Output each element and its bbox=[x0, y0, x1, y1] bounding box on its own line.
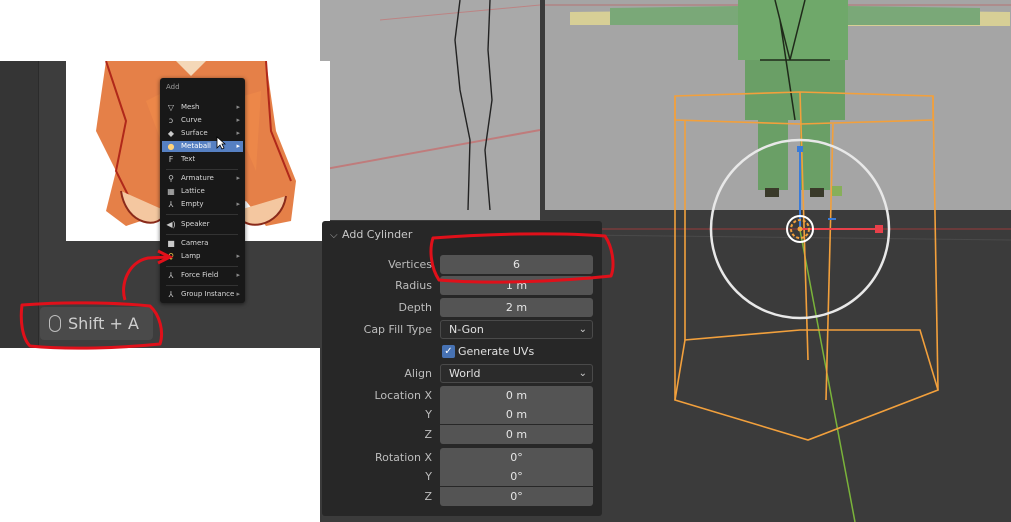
curve-icon: ↄ bbox=[168, 116, 174, 125]
chevron-down-icon: ⌵ bbox=[330, 230, 338, 241]
annotation-shortcut bbox=[19, 249, 174, 350]
generate-uvs-checkbox[interactable]: ✓ bbox=[442, 345, 455, 358]
cap-fill-row: Cap Fill Type N-Gon ⌄ bbox=[322, 320, 602, 340]
location-z-row: Z 0 m bbox=[322, 425, 602, 445]
menu-item-curve[interactable]: ↄ Curve ▸ bbox=[162, 115, 243, 126]
add-menu-title: Add bbox=[166, 83, 180, 91]
rotation-x-field[interactable]: 0° bbox=[440, 448, 593, 467]
depth-label: Depth bbox=[398, 301, 432, 314]
cap-fill-label: Cap Fill Type bbox=[363, 323, 432, 336]
menu-item-speaker[interactable]: ◀) Speaker bbox=[162, 219, 243, 230]
menu-item-label: Speaker bbox=[181, 220, 210, 228]
chevron-right-icon: ▸ bbox=[236, 129, 240, 137]
lattice-icon: ▦ bbox=[167, 187, 175, 196]
location-z-field[interactable]: 0 m bbox=[440, 425, 593, 444]
menu-item-lattice[interactable]: ▦ Lattice bbox=[162, 186, 243, 197]
menu-item-text[interactable]: F Text bbox=[162, 154, 243, 165]
depth-row: Depth 2 m bbox=[322, 298, 602, 318]
menu-item-label: Armature bbox=[181, 174, 214, 182]
menu-item-metaball[interactable]: ● Metaball ▸ bbox=[162, 141, 243, 152]
cap-fill-dropdown[interactable]: N-Gon ⌄ bbox=[440, 320, 593, 339]
panel-title: Add Cylinder bbox=[342, 228, 413, 241]
location-z-label: Z bbox=[424, 428, 432, 441]
menu-item-label: Surface bbox=[181, 129, 208, 137]
menu-item-mesh[interactable]: ▽ Mesh ▸ bbox=[162, 102, 243, 113]
chevron-right-icon: ▸ bbox=[236, 103, 240, 111]
generate-uvs-label: Generate UVs bbox=[458, 345, 535, 358]
rotation-y-field[interactable]: 0° bbox=[440, 467, 593, 486]
location-x-label: Location X bbox=[374, 389, 432, 402]
generate-uvs-row: ✓ Generate UVs bbox=[322, 342, 602, 362]
menu-item-surface[interactable]: ◆ Surface ▸ bbox=[162, 128, 243, 139]
menu-item-label: Lattice bbox=[181, 187, 205, 195]
align-row: Align World ⌄ bbox=[322, 364, 602, 384]
menu-item-label: Curve bbox=[181, 116, 202, 124]
menu-item-label: Text bbox=[181, 155, 196, 163]
rotation-x-label: Rotation X bbox=[374, 451, 432, 464]
depth-field[interactable]: 2 m bbox=[440, 298, 593, 317]
chevron-right-icon: ▸ bbox=[236, 116, 240, 124]
location-x-row: Location X 0 m bbox=[322, 386, 602, 406]
panel-header[interactable]: ⌵ Add Cylinder bbox=[330, 228, 412, 241]
menu-item-label: Mesh bbox=[181, 103, 200, 111]
metaball-icon: ● bbox=[167, 142, 175, 151]
empty-icon: ⅄ bbox=[168, 200, 174, 209]
menu-item-label: Empty bbox=[181, 200, 204, 208]
rotation-y-row: Y 0° bbox=[322, 467, 602, 487]
text-icon: F bbox=[168, 155, 174, 164]
menu-separator bbox=[166, 214, 238, 215]
armature-icon: ⚲ bbox=[168, 174, 174, 183]
chevron-right-icon: ▸ bbox=[236, 142, 240, 150]
chevron-right-icon: ▸ bbox=[236, 252, 240, 260]
align-label: Align bbox=[404, 367, 432, 380]
reference-image-side bbox=[320, 0, 540, 220]
rotation-z-row: Z 0° bbox=[322, 487, 602, 507]
menu-separator bbox=[166, 234, 238, 235]
chevron-right-icon: ▸ bbox=[236, 200, 240, 208]
location-y-field[interactable]: 0 m bbox=[440, 405, 593, 424]
location-y-row: Y 0 m bbox=[322, 405, 602, 425]
mouse-pointer-icon bbox=[216, 136, 226, 150]
chevron-right-icon: ▸ bbox=[236, 290, 240, 298]
annotation-vertices bbox=[429, 232, 615, 284]
menu-item-label: Metaball bbox=[181, 142, 212, 150]
cap-fill-value: N-Gon bbox=[449, 323, 484, 336]
align-value: World bbox=[449, 367, 481, 380]
speaker-icon: ◀) bbox=[166, 220, 176, 229]
y-axis-line bbox=[799, 229, 856, 522]
menu-item-empty[interactable]: ⅄ Empty ▸ bbox=[162, 199, 243, 210]
location-y-label: Y bbox=[425, 408, 432, 421]
menu-item-armature[interactable]: ⚲ Armature ▸ bbox=[162, 173, 243, 184]
chevron-right-icon: ▸ bbox=[236, 174, 240, 182]
location-x-field[interactable]: 0 m bbox=[440, 386, 593, 405]
chevron-down-icon: ⌄ bbox=[578, 324, 587, 335]
chevron-down-icon: ⌄ bbox=[578, 368, 587, 379]
menu-separator bbox=[166, 169, 238, 170]
rotation-z-field[interactable]: 0° bbox=[440, 487, 593, 506]
align-dropdown[interactable]: World ⌄ bbox=[440, 364, 593, 383]
rotation-x-row: Rotation X 0° bbox=[322, 448, 602, 468]
rotation-z-label: Z bbox=[424, 490, 432, 503]
chevron-right-icon: ▸ bbox=[236, 271, 240, 279]
rotation-y-label: Y bbox=[425, 470, 432, 483]
surface-icon: ◆ bbox=[167, 129, 175, 138]
mesh-icon: ▽ bbox=[167, 103, 175, 112]
